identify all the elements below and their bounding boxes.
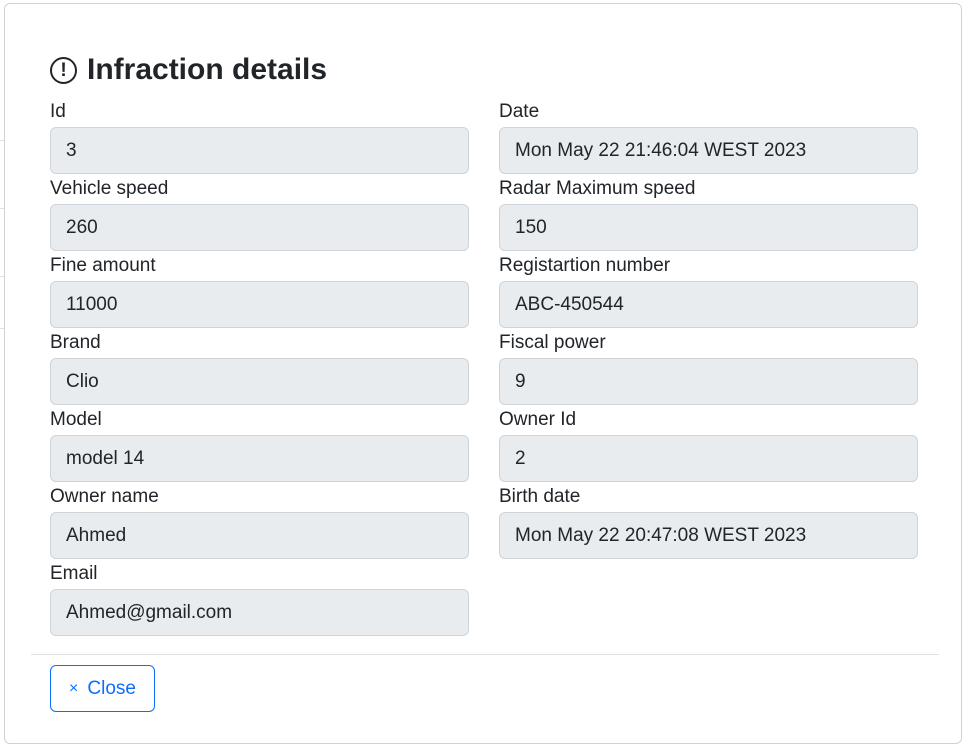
vehicle-speed-label: Vehicle speed — [50, 178, 169, 199]
vehicle-speed-field: Vehicle speed 260 — [50, 178, 469, 251]
id-field: Id 3 — [50, 101, 469, 174]
model-input[interactable]: model 14 — [50, 435, 469, 482]
fiscal-power-field: Fiscal power 9 — [499, 332, 918, 405]
owner-name-label: Owner name — [50, 486, 159, 507]
modal-title-text: Infraction details — [87, 53, 328, 86]
date-input[interactable]: Mon May 22 21:46:04 WEST 2023 — [499, 127, 918, 174]
registration-number-input[interactable]: ABC-450544 — [499, 281, 918, 328]
fine-amount-label: Fine amount — [50, 255, 156, 276]
date-label: Date — [499, 101, 540, 122]
fiscal-power-label: Fiscal power — [499, 332, 606, 353]
model-field: Model model 14 — [50, 409, 469, 482]
radar-max-speed-field: Radar Maximum speed 150 — [499, 178, 918, 251]
fiscal-power-input[interactable]: 9 — [499, 358, 918, 405]
model-label: Model — [50, 409, 102, 430]
brand-field: Brand Clio — [50, 332, 469, 405]
id-label: Id — [50, 101, 66, 122]
close-button[interactable]: × Close — [50, 665, 155, 712]
owner-id-input[interactable]: 2 — [499, 435, 918, 482]
brand-label: Brand — [50, 332, 101, 353]
owner-id-label: Owner Id — [499, 409, 577, 430]
email-field: Email Ahmed@gmail.com — [50, 563, 469, 636]
close-button-label: Close — [87, 677, 136, 699]
registration-number-field: Registartion number ABC-450544 — [499, 255, 918, 328]
owner-name-field: Owner name Ahmed — [50, 486, 469, 559]
modal-footer-divider — [31, 654, 939, 655]
birth-date-input[interactable]: Mon May 22 20:47:08 WEST 2023 — [499, 512, 918, 559]
date-field: Date Mon May 22 21:46:04 WEST 2023 — [499, 101, 918, 174]
id-input[interactable]: 3 — [50, 127, 469, 174]
radar-max-speed-label: Radar Maximum speed — [499, 178, 696, 199]
owner-id-field: Owner Id 2 — [499, 409, 918, 482]
fine-amount-input[interactable]: 11000 — [50, 281, 469, 328]
email-input[interactable]: Ahmed@gmail.com — [50, 589, 469, 636]
exclamation-circle-icon: ! — [50, 56, 77, 84]
birth-date-field: Birth date Mon May 22 20:47:08 WEST 2023 — [499, 486, 918, 559]
birth-date-label: Birth date — [499, 486, 581, 507]
email-label: Email — [50, 563, 98, 584]
owner-name-input[interactable]: Ahmed — [50, 512, 469, 559]
modal-title: ! Infraction details — [50, 53, 327, 87]
close-icon: × — [69, 679, 79, 697]
fine-amount-field: Fine amount 11000 — [50, 255, 469, 328]
vehicle-speed-input[interactable]: 260 — [50, 204, 469, 251]
registration-number-label: Registartion number — [499, 255, 671, 276]
brand-input[interactable]: Clio — [50, 358, 469, 405]
radar-max-speed-input[interactable]: 150 — [499, 204, 918, 251]
infraction-details-modal: ! Infraction details Id 3 Date Mon May 2… — [4, 3, 962, 744]
